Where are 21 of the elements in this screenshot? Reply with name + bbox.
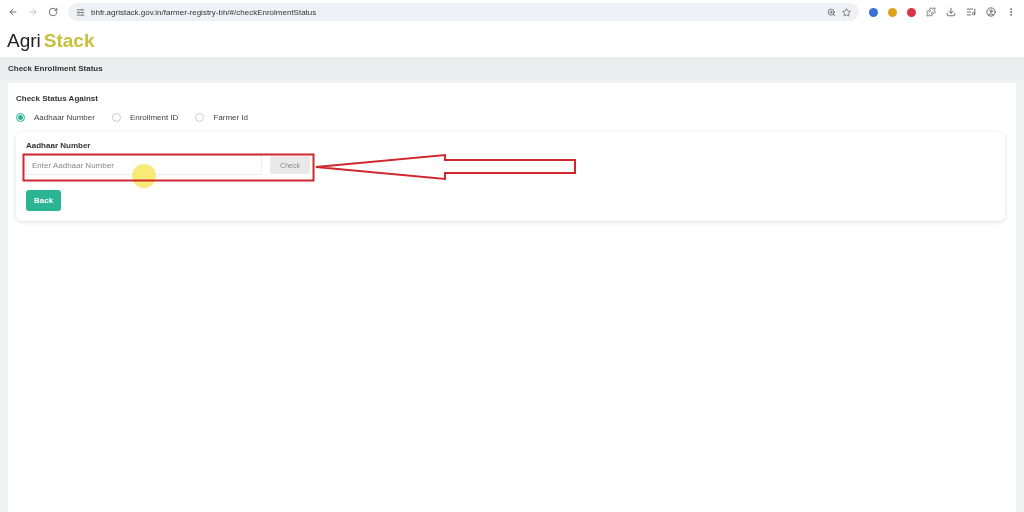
zoom-icon[interactable] [827, 7, 836, 17]
section-label: Check Status Against [16, 94, 99, 103]
url-text: bhfr.agristack.gov.in/farmer-registry-bh/#/checkEnrolmentStatus [91, 7, 318, 17]
logo-text: Agri [7, 29, 41, 52]
media-icon[interactable] [966, 7, 976, 17]
radio-icon[interactable] [16, 113, 25, 122]
puzzle-icon[interactable] [926, 7, 936, 17]
address-bar[interactable]: bhfr.agristack.gov.in/farmer-registry-bh/#/checkEnrolmentStatus [68, 3, 859, 21]
field-label: Aadhaar Number [26, 141, 92, 150]
reload-icon[interactable] [48, 7, 58, 17]
download-icon[interactable] [946, 7, 956, 17]
page-title: Check Enrollment Status [0, 57, 1024, 80]
radio-option[interactable]: Aadhaar Number [16, 113, 95, 122]
back-arrow-icon[interactable] [8, 7, 18, 17]
radio-option[interactable]: Enrollment ID [111, 113, 179, 122]
star-icon[interactable] [842, 7, 851, 17]
logo-text: Stack [43, 29, 95, 52]
site-settings-icon[interactable] [76, 7, 85, 17]
cursor-highlight [132, 164, 156, 188]
radio-option[interactable]: Farmer Id [195, 113, 249, 122]
profile-icon[interactable] [986, 7, 996, 17]
